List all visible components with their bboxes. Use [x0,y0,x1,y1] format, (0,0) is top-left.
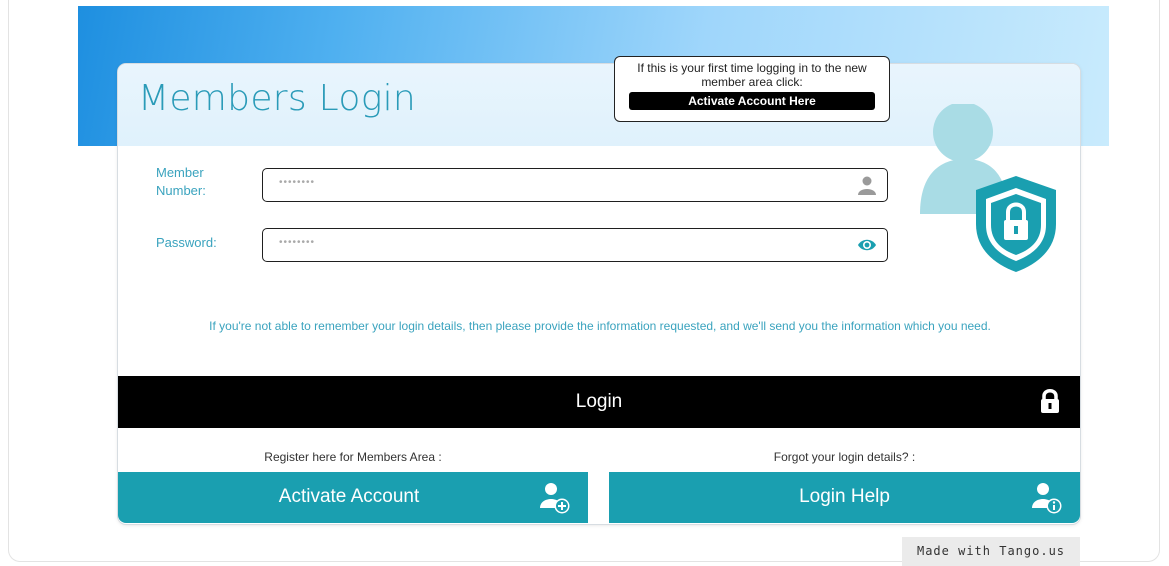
member-number-input[interactable]: •••••••• [262,168,888,202]
help-caption: Forgot your login details? : [773,450,916,464]
user-info-icon [1032,483,1062,514]
login-label: Login [575,391,623,412]
member-number-value: •••••••• [279,177,316,188]
eye-icon[interactable] [857,235,877,255]
password-input[interactable]: •••••••• [262,228,888,262]
lock-icon [1041,389,1059,413]
member-number-label: Member Number: [156,165,206,198]
activate-account-label: Activate Account [278,486,420,507]
add-user-icon [540,483,570,514]
login-button[interactable]: Login [118,376,1080,428]
activate-account-here-button[interactable]: Activate Account Here [629,92,875,110]
login-help-button[interactable]: Login Help [609,472,1080,523]
page-title: Members Login [138,78,417,119]
password-value: •••••••• [279,237,316,248]
help-info-text: If you're not able to remember your logi… [209,319,991,333]
password-label: Password: [156,235,217,250]
user-shield-illustration-icon [920,104,1056,272]
tango-watermark: Made with Tango.us [902,537,1080,566]
activate-account-button[interactable]: Activate Account [118,472,588,523]
callout-text: If this is your first time logging in to… [637,61,867,89]
login-help-label: Login Help [799,486,890,507]
first-time-callout: If this is your first time logging in to… [614,56,890,122]
user-icon [858,176,876,195]
register-caption: Register here for Members Area : [264,450,442,464]
